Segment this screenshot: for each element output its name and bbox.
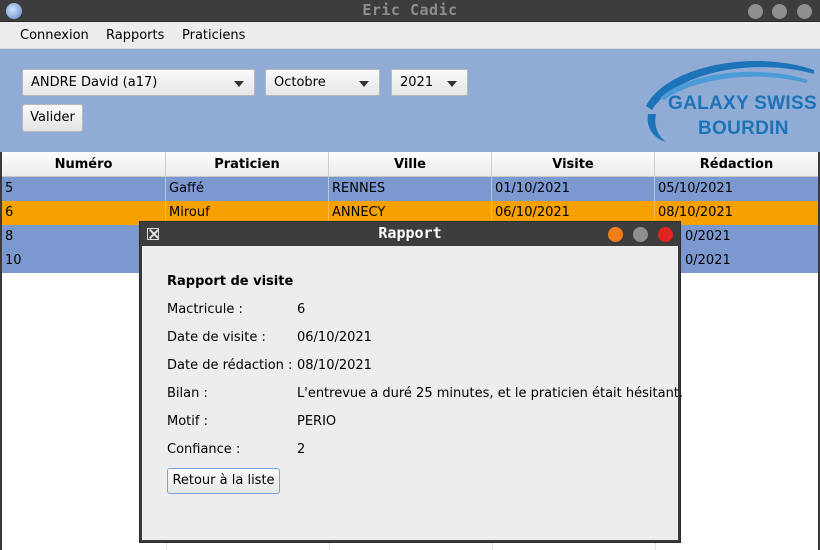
- label-date-redaction: Date de rédaction :: [167, 358, 293, 373]
- menu-rapports[interactable]: Rapports: [106, 28, 164, 43]
- col-ville[interactable]: Ville: [329, 152, 492, 177]
- year-select-value: 2021: [400, 75, 434, 90]
- menu-bar: Connexion Rapports Praticiens: [0, 22, 820, 49]
- dialog-title: Rapport: [378, 224, 442, 242]
- label-motif: Motif :: [167, 414, 208, 429]
- chevron-down-icon: [359, 81, 369, 87]
- value-confiance: 2: [297, 442, 306, 457]
- dialog-maximize-button[interactable]: [633, 227, 648, 242]
- value-bilan: L'entrevue a duré 25 minutes, et le prat…: [297, 386, 684, 401]
- value-date-visite: 06/10/2021: [297, 330, 372, 345]
- value-date-redaction: 08/10/2021: [297, 358, 372, 373]
- chevron-down-icon: [234, 81, 244, 87]
- col-redaction[interactable]: Rédaction: [655, 152, 818, 177]
- window-title: Eric Cadic: [362, 1, 458, 19]
- menu-praticiens[interactable]: Praticiens: [182, 28, 245, 43]
- table-header: Numéro Praticien Ville Visite Rédaction: [2, 152, 818, 177]
- col-numero[interactable]: Numéro: [2, 152, 166, 177]
- maximize-button[interactable]: [772, 4, 787, 19]
- dialog-body: Rapport de visite Mactricule : 6 Date de…: [142, 246, 683, 540]
- value-motif: PERIO: [297, 414, 337, 429]
- logo-line-1: GALAXY SWISS: [668, 93, 817, 114]
- label-confiance: Confiance :: [167, 442, 241, 457]
- chevron-down-icon: [447, 81, 457, 87]
- table-row[interactable]: 5 Gaffé RENNES 01/10/2021 05/10/2021: [2, 177, 818, 201]
- company-logo: GALAXY SWISS BOURDIN: [638, 54, 818, 146]
- col-praticien[interactable]: Praticien: [166, 152, 329, 177]
- value-matricule: 6: [297, 302, 306, 317]
- year-select[interactable]: 2021: [391, 69, 468, 96]
- cell-visite: 01/10/2021: [492, 177, 655, 201]
- logo-line-2: BOURDIN: [698, 118, 789, 139]
- month-select-value: Octobre: [274, 75, 326, 90]
- dialog-minimize-button[interactable]: [608, 227, 623, 242]
- dialog-titlebar: Rapport: [140, 222, 680, 246]
- back-to-list-button[interactable]: Retour à la liste: [167, 468, 280, 494]
- label-date-visite: Date de visite :: [167, 330, 266, 345]
- window-titlebar: Eric Cadic: [0, 0, 820, 22]
- month-select[interactable]: Octobre: [265, 69, 380, 96]
- cell-numero: 5: [2, 177, 166, 201]
- report-dialog: Rapport Rapport de visite Mactricule : 6…: [139, 221, 683, 543]
- praticien-select-value: ANDRE David (a17): [31, 75, 158, 90]
- menu-connexion[interactable]: Connexion: [20, 28, 89, 43]
- cell-redaction: 05/10/2021: [658, 181, 733, 196]
- label-bilan: Bilan :: [167, 386, 208, 401]
- dialog-close-button[interactable]: [658, 227, 673, 242]
- cell-ville: RENNES: [329, 177, 492, 201]
- close-button[interactable]: [797, 4, 812, 19]
- valider-button[interactable]: Valider: [22, 104, 83, 132]
- col-visite[interactable]: Visite: [492, 152, 655, 177]
- minimize-button[interactable]: [748, 4, 763, 19]
- cell-praticien: Gaffé: [166, 177, 329, 201]
- praticien-select[interactable]: ANDRE David (a17): [22, 69, 255, 96]
- dialog-heading: Rapport de visite: [167, 274, 294, 289]
- label-matricule: Mactricule :: [167, 302, 243, 317]
- filter-panel: ANDRE David (a17) Octobre 2021 Valider G…: [0, 49, 820, 152]
